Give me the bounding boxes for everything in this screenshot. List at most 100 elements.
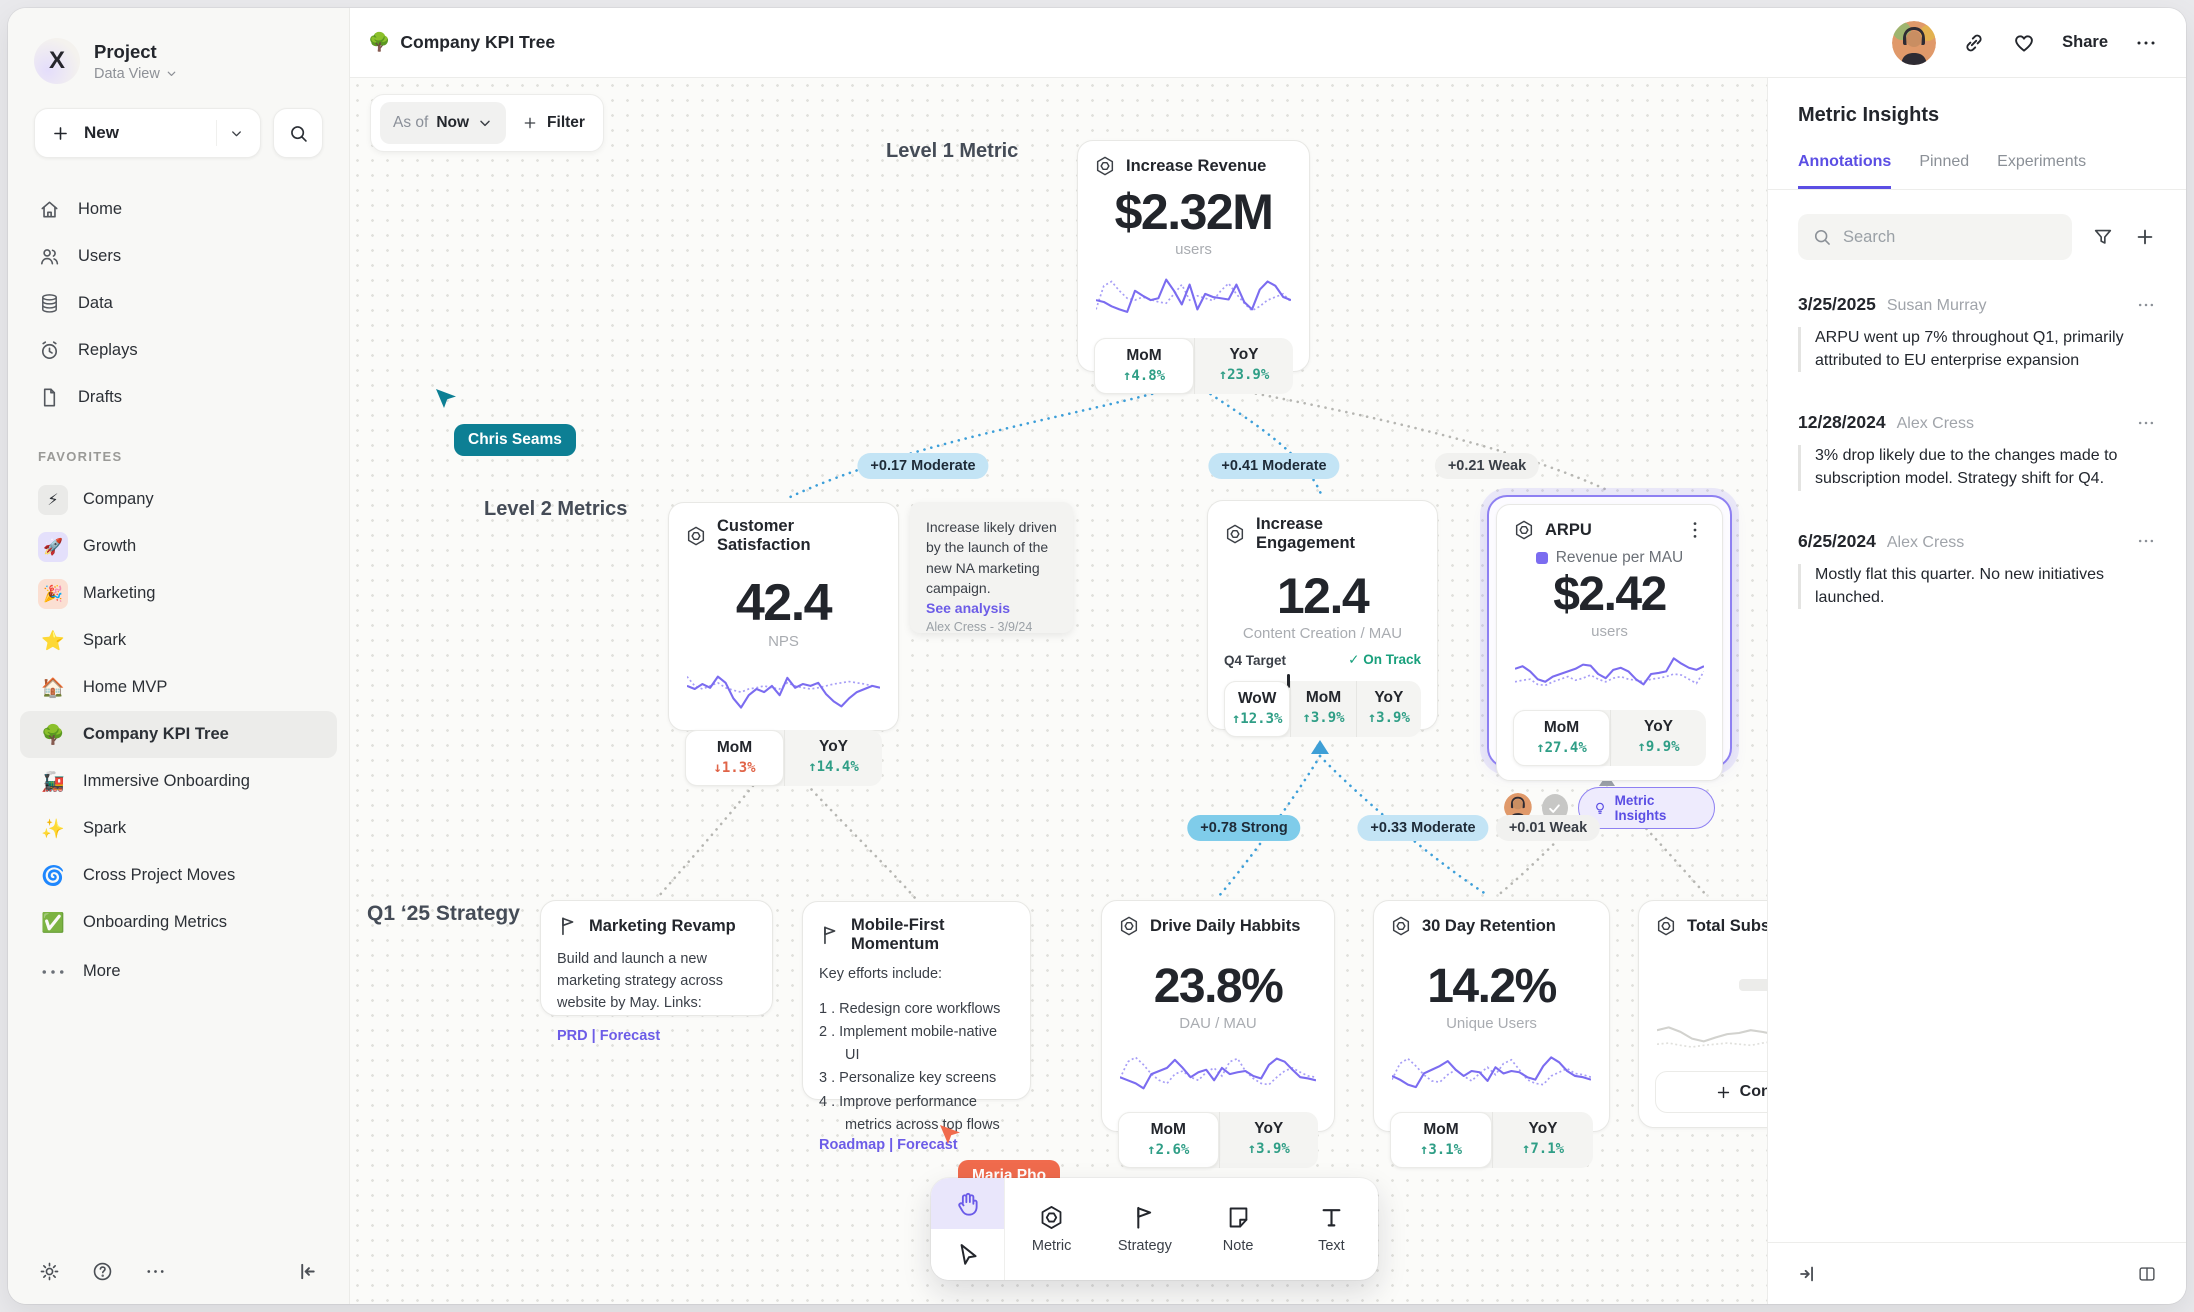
annotation-menu-icon[interactable]	[2136, 413, 2156, 433]
note-tool-button[interactable]: Note	[1192, 1178, 1285, 1280]
edge-correlation-pill: +0.33 Moderate	[1357, 815, 1488, 841]
hand-tool-button[interactable]	[931, 1178, 1004, 1229]
favorites-list: ⚡Company🚀Growth🎉Marketing⭐Spark🏠Home MVP…	[8, 476, 349, 946]
favorite-label: Marketing	[83, 584, 155, 603]
metric-value: $2.32M	[1094, 187, 1293, 237]
connect-data-button[interactable]: Connec	[1655, 1071, 1767, 1113]
filter-funnel-icon[interactable]	[2092, 226, 2114, 248]
user-avatar[interactable]	[1892, 21, 1936, 65]
metric-unit: NPS	[685, 633, 882, 650]
settings-gear-icon[interactable]	[38, 1260, 61, 1283]
cursor-icon	[954, 1241, 982, 1269]
stat-yoy[interactable]: YoY ↑7.1%	[1492, 1112, 1593, 1168]
sidebar-search-button[interactable]	[273, 108, 323, 158]
stat-mom[interactable]: MoM ↑2.6%	[1118, 1112, 1219, 1168]
strategy-card-marketing-revamp[interactable]: Marketing Revamp Build and launch a new …	[540, 900, 773, 1016]
level2-label: Level 2 Metrics	[484, 498, 627, 521]
sidebar-item-more[interactable]: More	[20, 948, 337, 995]
collapse-panel-icon[interactable]	[1796, 1263, 1818, 1285]
stat-yoy[interactable]: YoY ↑14.4%	[784, 730, 882, 786]
annotation-search[interactable]	[1798, 214, 2072, 260]
metric-card-customer-satisfaction[interactable]: Customer Satisfaction 42.4 NPS MoM ↓1.3%…	[668, 502, 899, 731]
sidebar-item-data[interactable]: Data	[8, 280, 349, 327]
strategy-intro: Key efforts include:	[819, 964, 1014, 986]
project-header[interactable]: X Project Data View	[34, 38, 323, 84]
stat-yoy[interactable]: YoY ↑23.9%	[1194, 338, 1293, 394]
strategy-card-mobile-first-momentum[interactable]: Mobile-First Momentum Key efforts includ…	[802, 901, 1031, 1100]
metric-card-increase-engagement[interactable]: Increase Engagement 12.4 Content Creatio…	[1207, 500, 1438, 730]
sidebar-item-home[interactable]: Home	[8, 186, 349, 233]
add-annotation-icon[interactable]	[2134, 226, 2156, 248]
favorite-item-spark[interactable]: ⭐Spark	[20, 617, 337, 664]
see-analysis-link[interactable]: See analysis	[926, 598, 1057, 618]
annotation-menu-icon[interactable]	[2136, 295, 2156, 315]
tab-annotations[interactable]: Annotations	[1798, 153, 1891, 189]
stat-mom[interactable]: MoM ↑4.8%	[1094, 338, 1194, 394]
metric-card-30-day-retention[interactable]: 30 Day Retention 14.2% Unique Users MoM …	[1373, 900, 1610, 1132]
hexnut-icon	[1038, 1204, 1065, 1231]
stat-yoy[interactable]: YoY ↑3.9%	[1356, 681, 1421, 737]
sparkline	[1120, 1040, 1316, 1102]
sidebar-item-users[interactable]: Users	[8, 233, 349, 280]
favorite-item-company[interactable]: ⚡Company	[20, 476, 337, 523]
sidebar-item-drafts[interactable]: Drafts	[8, 374, 349, 421]
tab-pinned[interactable]: Pinned	[1919, 153, 1969, 189]
favorite-label: Company	[83, 490, 154, 509]
favorite-item-home-mvp[interactable]: 🏠Home MVP	[20, 664, 337, 711]
branch-arrow-engagement	[1311, 740, 1329, 754]
view-switcher[interactable]: Data View	[94, 66, 178, 82]
metric-card-increase-revenue[interactable]: Increase Revenue $2.32M users MoM ↑4.8% …	[1077, 140, 1310, 372]
strategy-effort-list: 1 . Redesign core workflows2 . Implement…	[819, 998, 1014, 1137]
favorite-item-onboarding-metrics[interactable]: ✅Onboarding Metrics	[20, 899, 337, 946]
favorite-item-immersive-onboarding[interactable]: 🚂Immersive Onboarding	[20, 758, 337, 805]
metric-card-drive-daily-habbits[interactable]: Drive Daily Habbits 23.8% DAU / MAU MoM …	[1101, 900, 1335, 1132]
stat-mom[interactable]: MoM ↑27.4%	[1513, 710, 1610, 766]
copy-link-icon[interactable]	[1962, 31, 1986, 55]
favorite-item-cross-project-moves[interactable]: 🌀Cross Project Moves	[20, 852, 337, 899]
collapse-sidebar-icon[interactable]	[296, 1260, 319, 1283]
note-card[interactable]: Increase likely driven by the launch of …	[910, 502, 1073, 633]
metric-insights-button-label: Metric Insights	[1615, 793, 1701, 823]
favorite-item-company-kpi-tree[interactable]: 🌳Company KPI Tree	[20, 711, 337, 758]
favorite-heart-icon[interactable]	[2012, 31, 2036, 55]
text-tool-button[interactable]: Text	[1285, 1178, 1378, 1280]
metric-card-total-subscriptions[interactable]: Total Subscript Connec	[1638, 900, 1767, 1128]
stat-mom[interactable]: MoM ↑3.1%	[1390, 1112, 1492, 1168]
add-filter-button[interactable]: Filter	[522, 114, 585, 132]
favorite-item-marketing[interactable]: 🎉Marketing	[20, 570, 337, 617]
board-menu-icon[interactable]	[2134, 31, 2158, 55]
strategy-tool-button[interactable]: Strategy	[1098, 1178, 1191, 1280]
stat-row: MoM ↑3.1% YoY ↑7.1%	[1390, 1112, 1593, 1168]
annotation-menu-icon[interactable]	[2136, 531, 2156, 551]
stat-row: WoW ↑12.3% MoM ↑3.9% YoY ↑3.9%	[1224, 681, 1421, 737]
overflow-dots-icon[interactable]	[144, 1260, 167, 1283]
metric-value: 23.8%	[1118, 963, 1318, 1011]
tab-experiments[interactable]: Experiments	[1997, 153, 2086, 189]
stat-mom[interactable]: MoM ↑3.9%	[1290, 681, 1355, 737]
select-tool-button[interactable]	[931, 1229, 1004, 1280]
favorite-emoji-icon: 🚂	[38, 767, 68, 797]
new-button[interactable]: New	[34, 108, 261, 158]
sidebar-item-replays[interactable]: Replays	[8, 327, 349, 374]
favorite-emoji-icon: 🚀	[38, 532, 68, 562]
strategy-links[interactable]: PRD | Forecast	[557, 1028, 756, 1044]
split-view-icon[interactable]	[2136, 1263, 2158, 1285]
cursor-arrow-icon	[434, 386, 458, 410]
card-menu-kebab-icon[interactable]	[1684, 519, 1706, 541]
share-button[interactable]: Share	[2062, 33, 2108, 52]
stat-mom[interactable]: MoM ↓1.3%	[685, 730, 784, 786]
search-input[interactable]	[1843, 228, 2058, 247]
chevron-down-icon[interactable]	[229, 126, 244, 141]
favorite-item-spark[interactable]: ✨Spark	[20, 805, 337, 852]
metric-hexnut-icon	[685, 525, 707, 547]
stat-wow[interactable]: WoW ↑12.3%	[1224, 681, 1290, 737]
metric-card-arpu[interactable]: ARPU Revenue per MAU $2.42 users	[1487, 495, 1732, 768]
favorite-item-growth[interactable]: 🚀Growth	[20, 523, 337, 570]
as-of-selector[interactable]: As of Now	[380, 102, 506, 144]
metric-tool-button[interactable]: Metric	[1005, 1178, 1098, 1280]
stat-yoy[interactable]: YoY ↑9.9%	[1610, 710, 1706, 766]
kpi-tree-canvas[interactable]: As of Now Filter Level 1 Metric Level 2 …	[350, 78, 1767, 1304]
help-icon[interactable]	[91, 1260, 114, 1283]
annotation-date: 6/25/2024	[1798, 531, 1876, 552]
stat-yoy[interactable]: YoY ↑3.9%	[1219, 1112, 1319, 1168]
